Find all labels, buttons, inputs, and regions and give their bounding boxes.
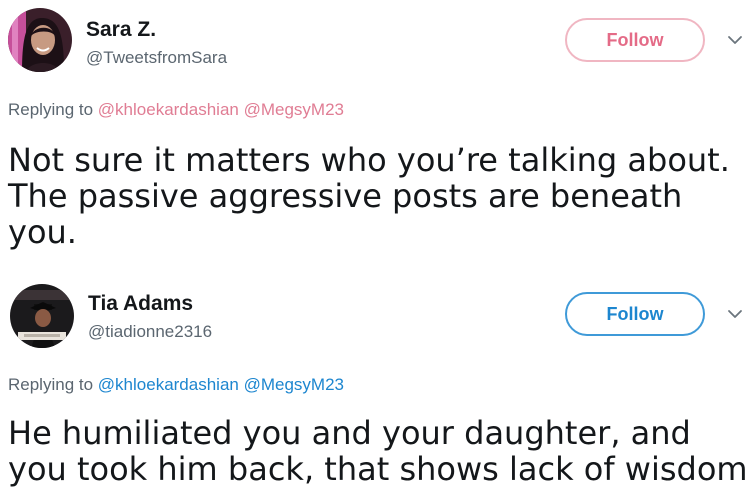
mention-link[interactable]: @khloekardashian — [98, 375, 239, 394]
tweet-text: He humiliated you and your daughter, and… — [8, 414, 748, 488]
avatar[interactable] — [10, 284, 74, 348]
profile-photo-icon — [8, 8, 72, 72]
replying-to-label: Replying to — [8, 375, 94, 394]
replying-to-line: Replying to @khloekardashian @MegsyM23 — [8, 375, 344, 395]
follow-button[interactable]: Follow — [565, 292, 705, 336]
user-handle[interactable]: @tiadionne2316 — [88, 322, 212, 342]
replying-to-line: Replying to @khloekardashian @MegsyM23 — [8, 100, 344, 120]
display-name[interactable]: Sara Z. — [86, 18, 156, 42]
chevron-down-icon[interactable] — [727, 32, 743, 48]
profile-photo-icon — [10, 284, 74, 348]
follow-button[interactable]: Follow — [565, 18, 705, 62]
mention-link[interactable]: @MegsyM23 — [244, 375, 344, 394]
tweet-text: Not sure it matters who you’re talking a… — [8, 141, 730, 251]
replying-to-label: Replying to — [8, 100, 94, 119]
mention-link[interactable]: @khloekardashian — [98, 100, 239, 119]
avatar[interactable] — [8, 8, 72, 72]
mention-link[interactable]: @MegsyM23 — [244, 100, 344, 119]
chevron-down-icon[interactable] — [727, 306, 743, 322]
display-name[interactable]: Tia Adams — [88, 292, 193, 316]
user-handle[interactable]: @TweetsfromSara — [86, 48, 227, 68]
